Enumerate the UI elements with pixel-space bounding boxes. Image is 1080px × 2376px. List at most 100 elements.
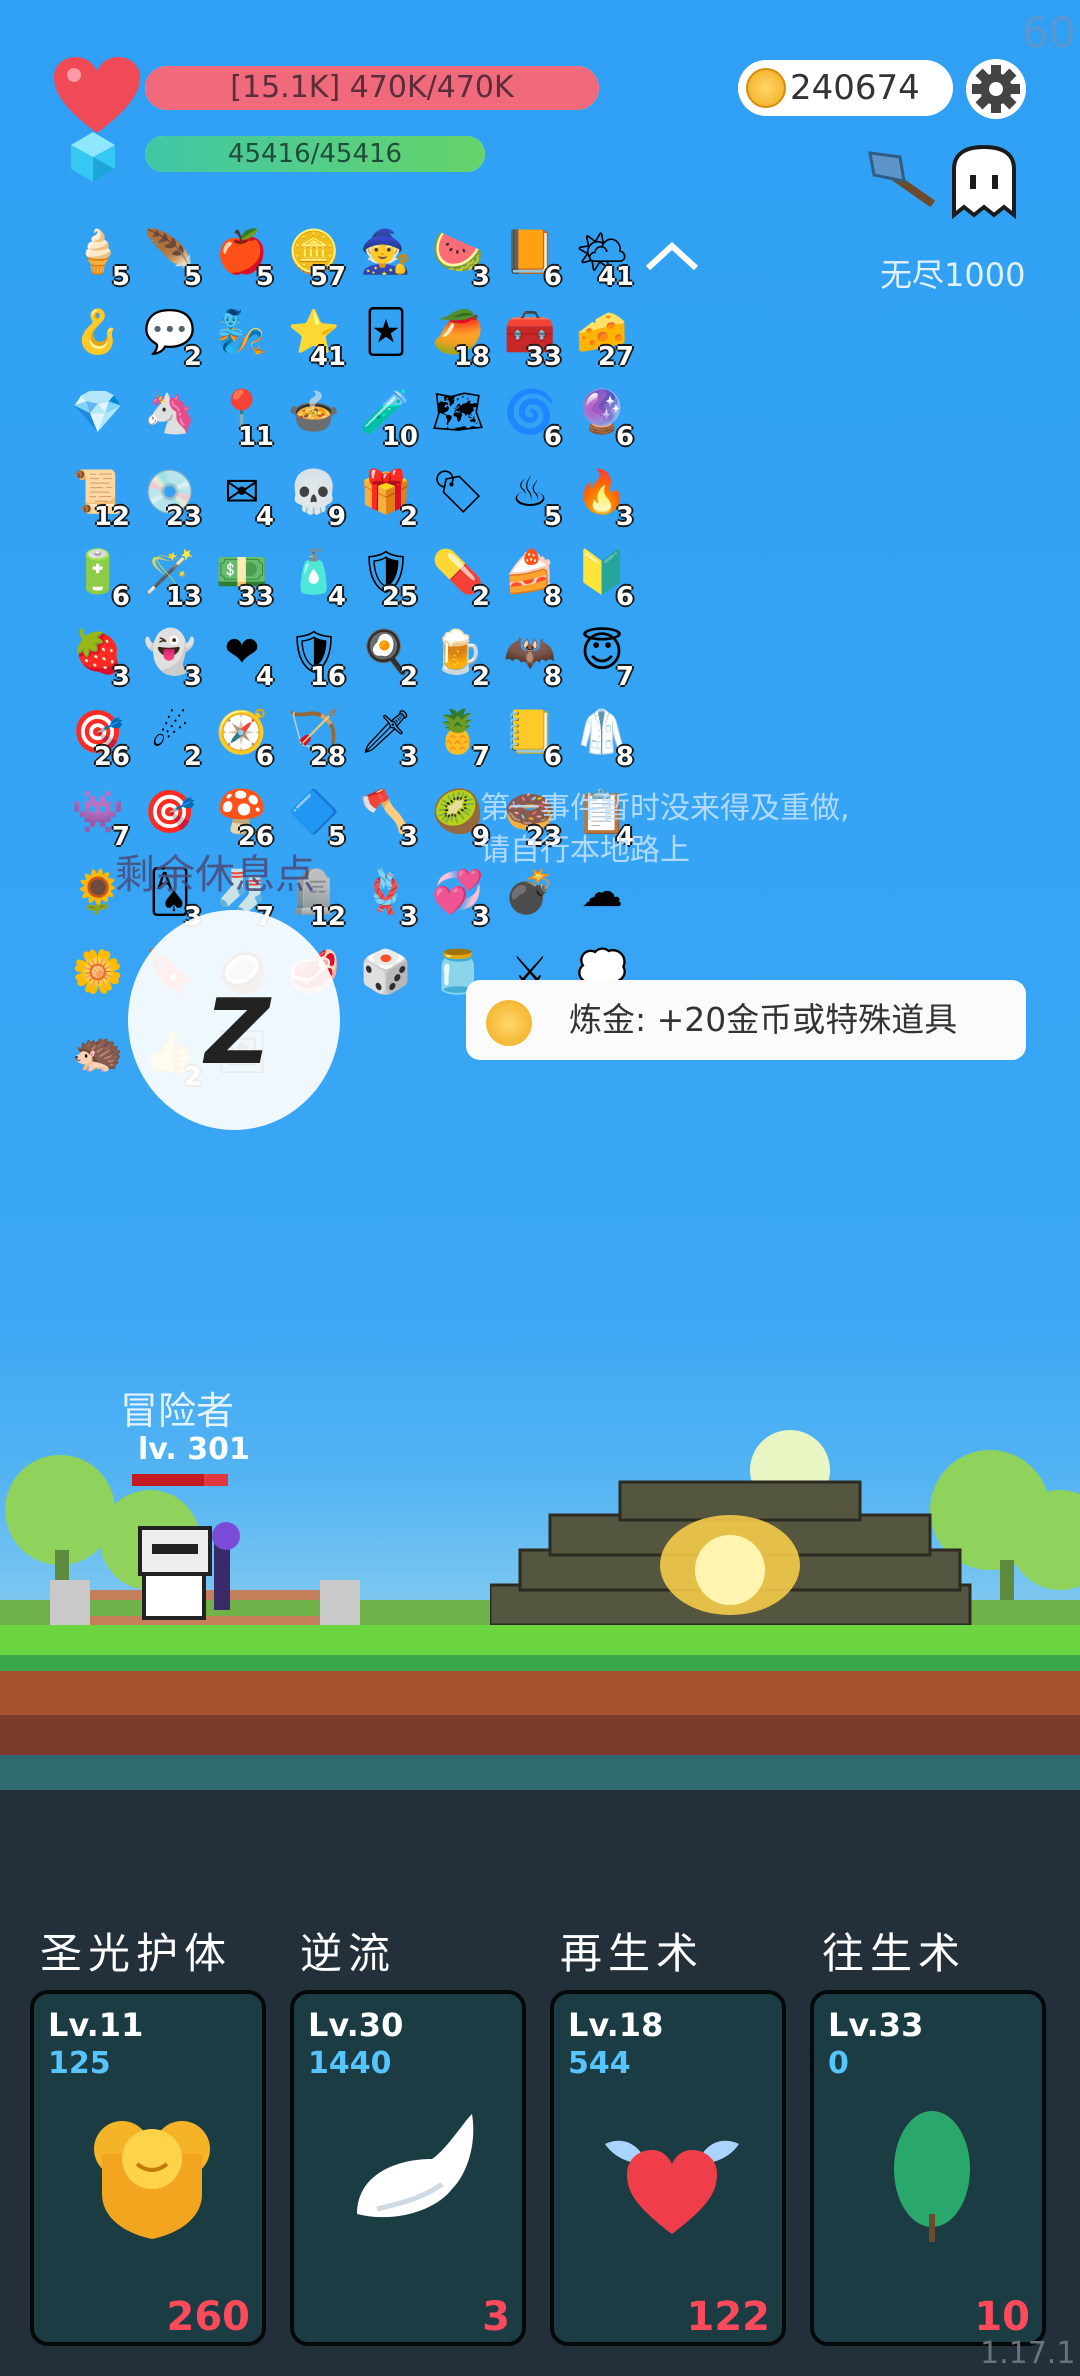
inventory-item[interactable]: 🍰 8 <box>498 540 568 612</box>
ground-strip <box>0 1625 1080 1755</box>
inventory-item[interactable]: 🍍 7 <box>426 700 496 772</box>
inventory-item[interactable]: 🍦 5 <box>66 220 136 292</box>
notice-line-1: 第一事件暂时没来得及重做, <box>480 791 850 826</box>
item-count: 16 <box>309 662 346 692</box>
inventory-item[interactable]: 🍄 26 <box>210 780 280 852</box>
inventory-item[interactable]: 💬 2 <box>138 300 208 372</box>
inventory-item[interactable]: 🔋 6 <box>66 540 136 612</box>
ghost-icon[interactable] <box>948 145 1020 221</box>
item-count: 8 <box>615 742 634 772</box>
skill-card-regeneration[interactable]: Lv.18 544 122 <box>550 1990 786 2346</box>
alchemy-tooltip: 炼金: +20金币或特殊道具 <box>466 980 1026 1060</box>
item-icon: 🦄 <box>143 387 197 436</box>
item-icon: 🧞 <box>215 307 269 356</box>
inventory-item[interactable]: 🔥 3 <box>570 460 640 532</box>
inventory-item[interactable]: 🍉 3 <box>426 220 496 292</box>
inventory-item[interactable]: 👾 7 <box>66 780 136 852</box>
inventory-item[interactable]: 🧙 <box>354 220 424 290</box>
inventory-item[interactable]: 🧴 4 <box>282 540 352 612</box>
inventory-item[interactable]: 🧀 27 <box>570 300 640 372</box>
inventory-item[interactable]: 🛡 25 <box>354 540 424 612</box>
inventory-item[interactable]: 🧰 33 <box>498 300 568 372</box>
inventory-item[interactable]: 💊 2 <box>426 540 496 612</box>
inventory-item[interactable]: 🧞 <box>210 300 280 370</box>
inventory-item[interactable]: 💀 9 <box>282 460 352 532</box>
battle-axe-icon[interactable] <box>860 145 940 220</box>
inventory-item[interactable]: 🧪 10 <box>354 380 424 452</box>
inventory-item[interactable]: 🪝 <box>66 300 136 370</box>
inventory-item[interactable]: 🌀 6 <box>498 380 568 452</box>
item-count: 3 <box>111 662 130 692</box>
inventory-item[interactable]: 🦇 8 <box>498 620 568 692</box>
skill-value: 544 <box>568 2046 631 2081</box>
inventory-item[interactable]: 🎁 2 <box>354 460 424 532</box>
item-count: 41 <box>597 262 634 292</box>
inventory-item[interactable]: 🪙 57 <box>282 220 352 292</box>
inventory-item[interactable]: 📜 12 <box>66 460 136 532</box>
inventory-item[interactable]: 🧭 6 <box>210 700 280 772</box>
inventory-item[interactable]: 🔮 6 <box>570 380 640 452</box>
adventurer-sprite[interactable] <box>130 1520 250 1630</box>
inventory-item[interactable]: 🍺 2 <box>426 620 496 692</box>
inventory-item[interactable]: 🥼 8 <box>570 700 640 772</box>
inventory-item[interactable]: 🦄 <box>138 380 208 450</box>
skill-cost: 3 <box>482 2294 510 2340</box>
inventory-item[interactable]: 🍳 2 <box>354 620 424 692</box>
inventory-item[interactable]: 🗡 3 <box>354 700 424 772</box>
inventory-item[interactable]: ☄ 2 <box>138 700 208 772</box>
item-count: 6 <box>615 422 634 452</box>
inventory-item[interactable]: 💵 33 <box>210 540 280 612</box>
tooltip-text: 炼金: +20金币或特殊道具 <box>569 1000 958 1039</box>
item-count: 3 <box>399 742 418 772</box>
inventory-item[interactable]: 🪄 13 <box>138 540 208 612</box>
inventory-item[interactable]: 🍎 5 <box>210 220 280 292</box>
inventory-item[interactable]: 🥭 18 <box>426 300 496 372</box>
inventory-item[interactable]: 🏷 <box>426 460 496 530</box>
item-count: 2 <box>399 502 418 532</box>
inventory-item[interactable]: 😇 7 <box>570 620 640 692</box>
chevron-up-icon[interactable] <box>642 238 702 274</box>
inventory-item[interactable]: 🪶 5 <box>138 220 208 292</box>
inventory-item[interactable]: 🃏 <box>354 300 424 370</box>
skill-card-reverse-flow[interactable]: Lv.30 1440 3 <box>290 1990 526 2346</box>
inventory-item[interactable]: 🗺 <box>426 380 496 450</box>
settings-gear-icon[interactable] <box>965 58 1027 120</box>
inventory-item[interactable]: 🛡 16 <box>282 620 352 692</box>
inventory-item[interactable]: 🦔 <box>66 1020 136 1090</box>
skill-value: 0 <box>828 2046 849 2081</box>
inventory-item[interactable]: 🎲 <box>354 940 424 1010</box>
coin-counter[interactable]: 240674 <box>738 60 953 116</box>
campfire-ruins[interactable] <box>490 1470 990 1630</box>
inventory-item[interactable]: 🔰 6 <box>570 540 640 612</box>
inventory-item[interactable]: 🍲 <box>282 380 352 450</box>
inventory-item[interactable]: ⭐ 41 <box>282 300 352 372</box>
item-count: 3 <box>471 262 490 292</box>
inventory-item[interactable]: ✉ 4 <box>210 460 280 532</box>
item-count: 2 <box>183 342 202 372</box>
inventory-item[interactable]: 💿 23 <box>138 460 208 532</box>
inventory-item[interactable]: 🎯 26 <box>66 700 136 772</box>
skill-card-rebirth[interactable]: Lv.33 0 10 <box>810 1990 1046 2346</box>
inventory-item[interactable]: 📙 6 <box>498 220 568 292</box>
inventory-item[interactable]: 📒 6 <box>498 700 568 772</box>
inventory-item[interactable]: 👻 3 <box>138 620 208 692</box>
inventory-item[interactable]: 🪢 3 <box>354 860 424 932</box>
inventory-item[interactable]: ❤ 4 <box>210 620 280 692</box>
skill-cost: 260 <box>166 2294 251 2340</box>
inventory-item[interactable]: 🌼 <box>66 940 136 1010</box>
heart-icon <box>54 57 140 133</box>
inventory-item[interactable]: 🔷 5 <box>282 780 352 852</box>
notice-line-2: 请自行本地路上 <box>480 833 690 868</box>
skill-title-1: 圣光护体 <box>40 1929 233 1978</box>
inventory-item[interactable]: 🌤 41 <box>570 220 640 292</box>
inventory-item[interactable]: 📍 11 <box>210 380 280 452</box>
inventory-item[interactable]: 💎 <box>66 380 136 450</box>
inventory-item[interactable]: ♨ 5 <box>498 460 568 532</box>
inventory-item[interactable]: 🎯 <box>138 780 208 850</box>
skill-card-holy-shield[interactable]: Lv.11 125 260 <box>30 1990 266 2346</box>
inventory-item[interactable]: 🪓 3 <box>354 780 424 852</box>
inventory-item[interactable]: 🍓 3 <box>66 620 136 692</box>
item-icon: 🦔 <box>71 1027 125 1076</box>
inventory-item[interactable]: 🏹 28 <box>282 700 352 772</box>
mp-bar: 45416/45416 <box>145 136 485 172</box>
